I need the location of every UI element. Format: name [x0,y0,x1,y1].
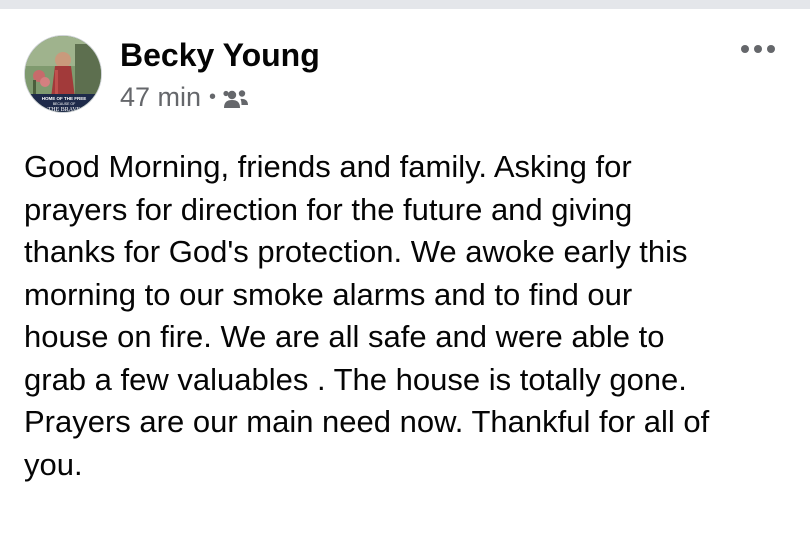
post-card: HOME OF THE FREE BECAUSE OF THE BRAVE Be… [0,9,810,540]
meta-separator: • [209,86,217,108]
more-options-icon[interactable] [738,37,778,61]
feed-divider [0,0,810,9]
author-name[interactable]: Becky Young [120,35,320,75]
friends-icon[interactable] [222,86,250,108]
avatar-caption-2: BECAUSE OF [53,102,76,106]
avatar-image: HOME OF THE FREE BECAUSE OF THE BRAVE [25,36,101,113]
post-meta: 47 min • [120,81,250,113]
avatar-caption-1: HOME OF THE FREE [42,96,87,101]
avatar-caption-3: THE BRAVE [48,107,81,113]
post-timestamp[interactable]: 47 min [120,82,201,113]
post-text: Good Morning, friends and family. Asking… [24,149,710,482]
avatar[interactable]: HOME OF THE FREE BECAUSE OF THE BRAVE [24,35,102,113]
